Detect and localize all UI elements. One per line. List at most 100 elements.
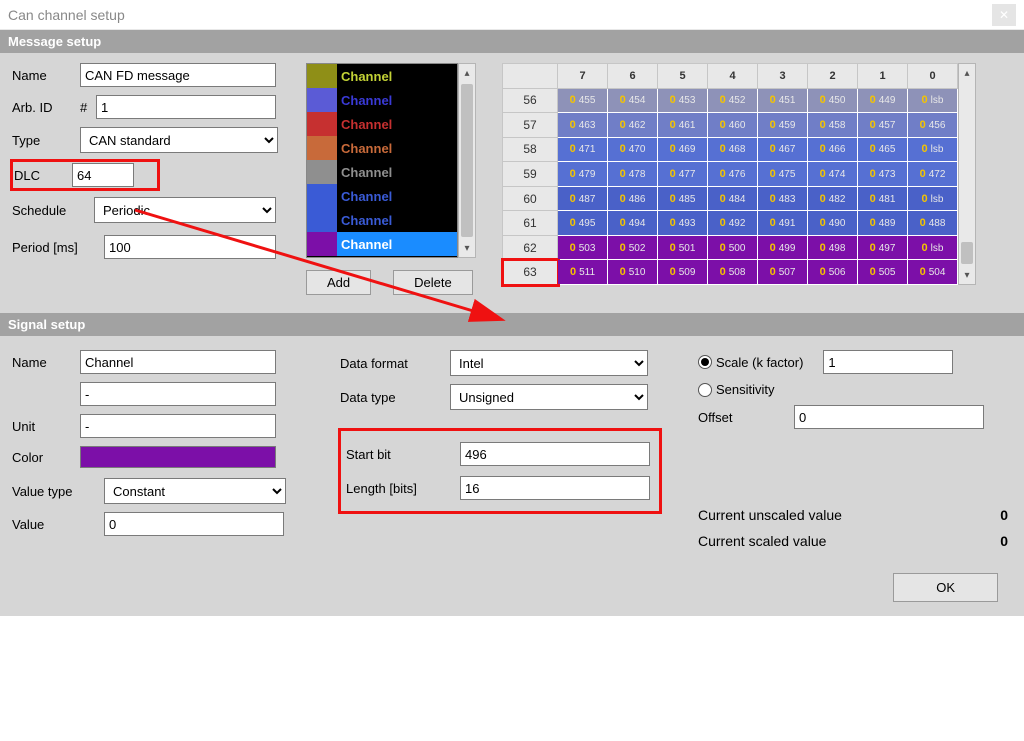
datatype-select[interactable]: Unsigned [450, 384, 648, 410]
bit-cell[interactable]: 0486 [608, 186, 658, 211]
channel-list-item[interactable]: Channel [307, 112, 457, 136]
bit-cell[interactable]: 0451 [758, 88, 808, 113]
ok-button[interactable]: OK [893, 573, 998, 602]
bit-cell[interactable]: 0507 [758, 260, 808, 285]
channel-list-scrollbar[interactable]: ▴ ▾ [458, 63, 476, 258]
color-picker[interactable] [80, 446, 276, 468]
scroll-down-icon[interactable]: ▾ [959, 266, 975, 284]
bit-cell[interactable]: 0461 [658, 113, 708, 138]
type-select[interactable]: CAN standard [80, 127, 278, 153]
bit-cell[interactable]: 0498 [808, 235, 858, 260]
bit-cell[interactable]: 0502 [608, 235, 658, 260]
bit-cell[interactable]: 0493 [658, 211, 708, 236]
bit-cell[interactable]: 0479 [558, 162, 608, 187]
delete-button[interactable]: Delete [393, 270, 473, 295]
bit-cell[interactable]: 0467 [758, 137, 808, 162]
bit-cell[interactable]: 0458 [808, 113, 858, 138]
signal-name-input[interactable] [80, 350, 276, 374]
bit-grid[interactable]: 765432105604550454045304520451045004490l… [502, 63, 958, 285]
value-input[interactable] [104, 512, 284, 536]
bit-cell[interactable]: 0475 [758, 162, 808, 187]
bit-cell[interactable]: 0508 [708, 260, 758, 285]
bit-cell[interactable]: 0468 [708, 137, 758, 162]
bit-cell[interactable]: 0485 [658, 186, 708, 211]
bit-cell[interactable]: 0500 [708, 235, 758, 260]
bit-grid-scrollbar[interactable]: ▴ ▾ [958, 63, 976, 285]
bit-cell[interactable]: 0509 [658, 260, 708, 285]
bit-cell[interactable]: 0449 [858, 88, 908, 113]
bit-cell[interactable]: 0473 [858, 162, 908, 187]
scale-input[interactable] [823, 350, 953, 374]
channel-list-item[interactable]: Channel [307, 64, 457, 88]
bit-cell[interactable]: 0466 [808, 137, 858, 162]
bit-cell[interactable]: 0505 [858, 260, 908, 285]
bit-cell[interactable]: 0469 [658, 137, 708, 162]
scroll-down-icon[interactable]: ▾ [459, 239, 475, 257]
bit-cell[interactable]: 0457 [858, 113, 908, 138]
bit-cell[interactable]: 0lsb [908, 186, 958, 211]
dlc-input[interactable] [72, 163, 134, 187]
bit-cell[interactable]: 0462 [608, 113, 658, 138]
scroll-up-icon[interactable]: ▴ [459, 64, 475, 82]
add-button[interactable]: Add [306, 270, 371, 295]
bit-cell[interactable]: 0459 [758, 113, 808, 138]
bit-cell[interactable]: 0487 [558, 186, 608, 211]
bit-cell[interactable]: 0472 [908, 162, 958, 187]
bit-cell[interactable]: 0453 [658, 88, 708, 113]
bit-cell[interactable]: 0477 [658, 162, 708, 187]
channel-list-item[interactable]: Channel [307, 136, 457, 160]
bit-cell[interactable]: 0497 [858, 235, 908, 260]
bit-cell[interactable]: 0501 [658, 235, 708, 260]
bit-cell[interactable]: 0511 [558, 260, 608, 285]
bit-cell[interactable]: 0484 [708, 186, 758, 211]
bit-cell[interactable]: 0478 [608, 162, 658, 187]
scroll-thumb[interactable] [961, 242, 973, 264]
bit-cell[interactable]: 0465 [858, 137, 908, 162]
scale-radio[interactable]: Scale (k factor) [698, 355, 803, 370]
bit-cell[interactable]: 0481 [858, 186, 908, 211]
bit-cell[interactable]: 0495 [558, 211, 608, 236]
bit-cell[interactable]: 0499 [758, 235, 808, 260]
bit-cell[interactable]: 0450 [808, 88, 858, 113]
scroll-thumb[interactable] [461, 84, 473, 237]
bit-cell[interactable]: 0506 [808, 260, 858, 285]
bit-cell[interactable]: 0455 [558, 88, 608, 113]
bit-cell[interactable]: 0460 [708, 113, 758, 138]
bit-cell[interactable]: 0510 [608, 260, 658, 285]
message-name-input[interactable] [80, 63, 276, 87]
bit-cell[interactable]: 0476 [708, 162, 758, 187]
bit-cell[interactable]: 0482 [808, 186, 858, 211]
unit-input[interactable] [80, 414, 276, 438]
period-input[interactable] [104, 235, 276, 259]
dataformat-select[interactable]: Intel [450, 350, 648, 376]
bit-cell[interactable]: 0456 [908, 113, 958, 138]
signal-name2-input[interactable] [80, 382, 276, 406]
startbit-input[interactable] [460, 442, 650, 466]
bit-cell[interactable]: 0454 [608, 88, 658, 113]
bit-cell[interactable]: 0489 [858, 211, 908, 236]
bit-cell[interactable]: 0488 [908, 211, 958, 236]
channel-list-item[interactable]: Channel [307, 208, 457, 232]
offset-input[interactable] [794, 405, 984, 429]
bit-cell[interactable]: 0lsb [908, 137, 958, 162]
channel-list-item[interactable]: Channel [307, 88, 457, 112]
channel-list-item[interactable]: Channel [307, 232, 457, 256]
bit-cell[interactable]: 0452 [708, 88, 758, 113]
arbid-input[interactable] [96, 95, 276, 119]
bit-cell[interactable]: 0483 [758, 186, 808, 211]
channel-list[interactable]: ChannelChannelChannelChannelChannelChann… [306, 63, 458, 258]
length-input[interactable] [460, 476, 650, 500]
bit-cell[interactable]: 0463 [558, 113, 608, 138]
valuetype-select[interactable]: Constant [104, 478, 286, 504]
bit-cell[interactable]: 0491 [758, 211, 808, 236]
scroll-up-icon[interactable]: ▴ [959, 64, 975, 82]
schedule-select[interactable]: Periodic [94, 197, 276, 223]
bit-cell[interactable]: 0471 [558, 137, 608, 162]
bit-cell[interactable]: 0503 [558, 235, 608, 260]
bit-cell[interactable]: 0492 [708, 211, 758, 236]
bit-cell[interactable]: 0474 [808, 162, 858, 187]
sensitivity-radio[interactable]: Sensitivity [698, 382, 775, 397]
bit-cell[interactable]: 0lsb [908, 88, 958, 113]
close-icon[interactable]: ✕ [992, 4, 1016, 26]
channel-list-item[interactable]: Channel [307, 160, 457, 184]
